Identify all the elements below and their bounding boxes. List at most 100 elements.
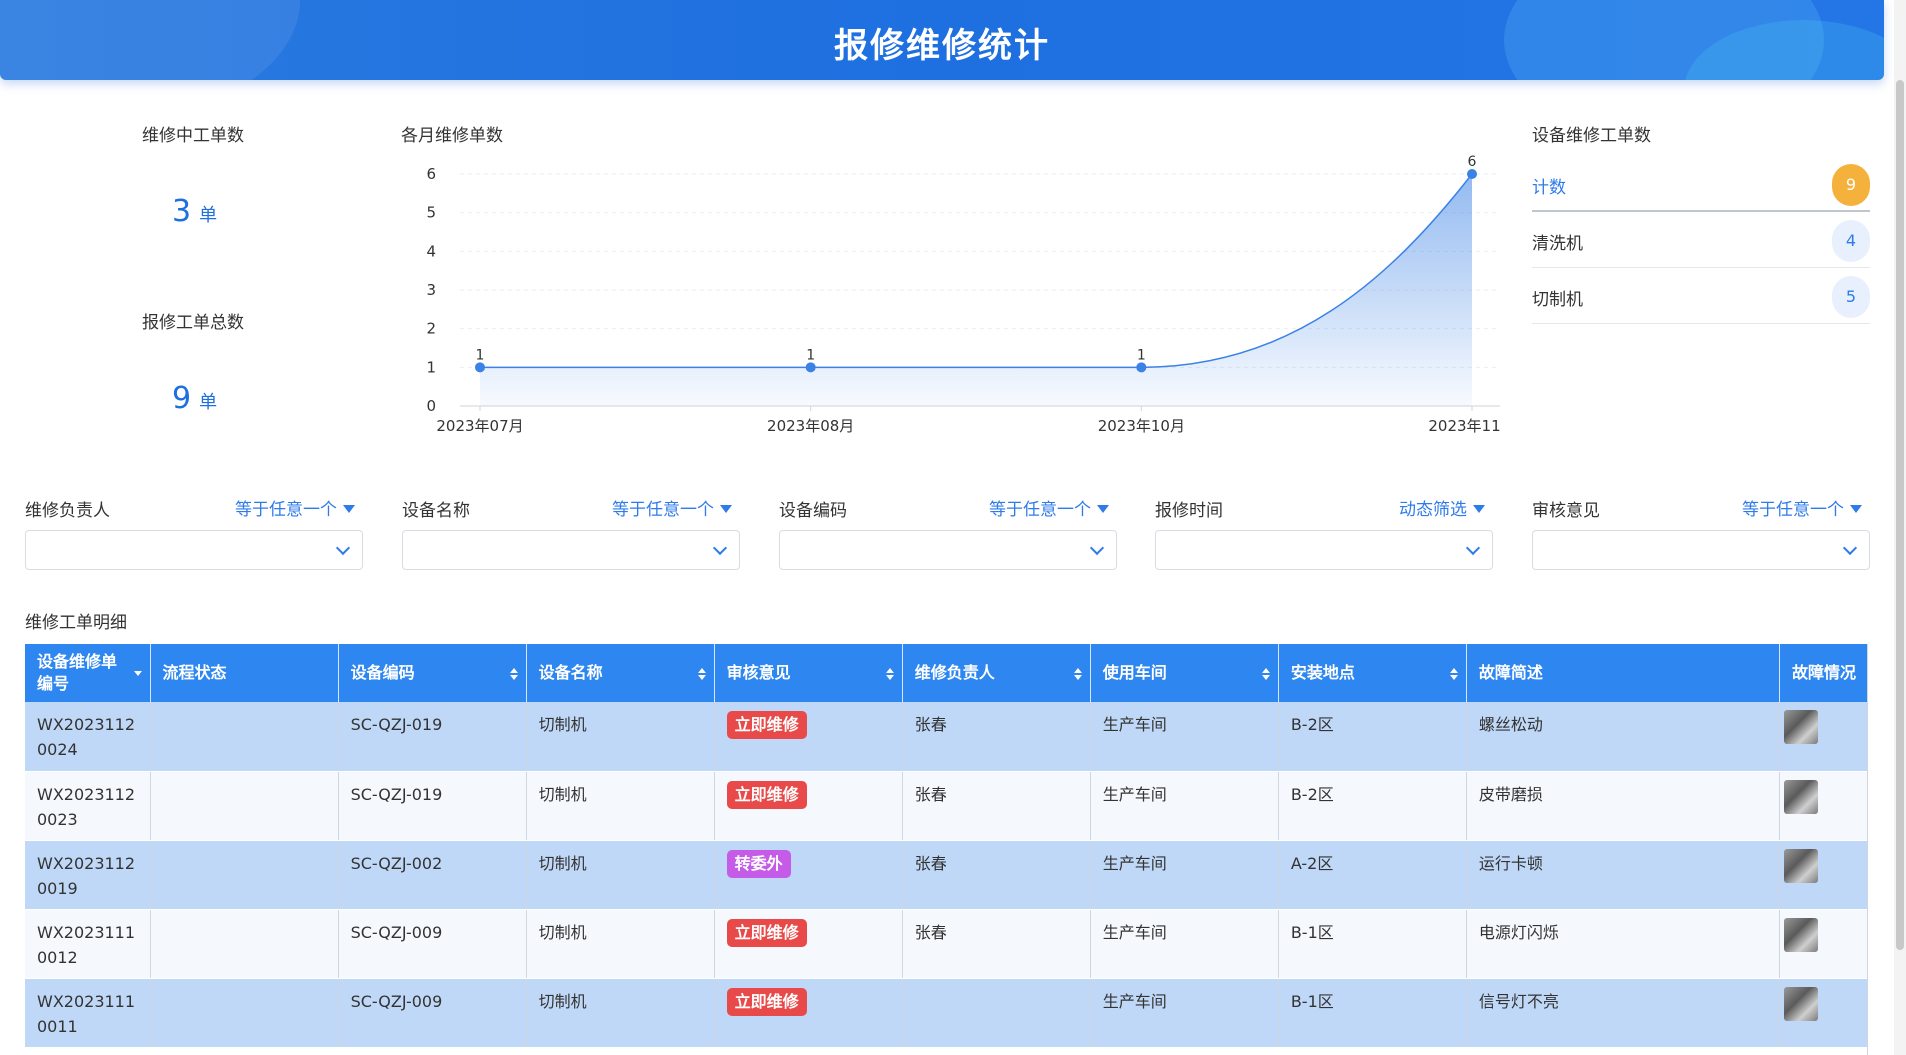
table-cell-review: 立即维修 <box>714 909 903 979</box>
repair-order-table[interactable]: 设备维修单编号 流程状态 设备编码 设备名称 审核意见 维修负责人 使用车间 安装地点 故障简述… <box>25 644 1868 1055</box>
column-header[interactable]: 故障情况 <box>1779 644 1867 702</box>
table-row[interactable]: WX20231120024 SC-QZJ-019 切制机 立即维修 张春 生产车间 B-2区… <box>25 702 1867 772</box>
table-cell-id: WX20231110011 <box>25 978 151 1048</box>
chart-data-point[interactable] <box>805 362 816 373</box>
column-header[interactable]: 流程状态 <box>150 644 339 702</box>
column-header[interactable]: 使用车间 <box>1090 644 1279 702</box>
table-cell-fault-image <box>1779 909 1867 979</box>
x-tick-label: 2023年07月 <box>436 417 523 435</box>
column-header[interactable]: 审核意见 <box>714 644 903 702</box>
filter-mode-dropdown[interactable]: 等于任意一个 <box>612 495 732 520</box>
table-cell-id: WX20231120023 <box>25 771 151 841</box>
table-row[interactable]: WX20231110012 SC-QZJ-009 切制机 立即维修 张春 生产车间 B-1区… <box>25 909 1867 979</box>
cell-text: 张春 <box>914 715 947 734</box>
chart-data-label: 1 <box>1137 347 1146 363</box>
kpi-total-unit: 单 <box>199 392 218 413</box>
cell-text: 皮带磨损 <box>1478 784 1543 804</box>
column-header[interactable]: 维修负责人 <box>902 644 1091 702</box>
sort-desc-icon[interactable] <box>133 668 142 680</box>
filter-select[interactable] <box>25 530 363 570</box>
kpi-total-label: 报修工单总数 <box>142 313 244 333</box>
column-header[interactable]: 设备维修单编号 <box>25 644 151 702</box>
y-tick-label: 4 <box>426 242 436 260</box>
caret-down-icon <box>1850 505 1862 513</box>
cell-text: 张春 <box>914 853 947 873</box>
cell-text: 切制机 <box>538 853 587 873</box>
table-cell-fault: 运行卡顿 <box>1466 840 1780 910</box>
table-cell-code: SC-QZJ-002 <box>338 840 527 910</box>
column-header-label: 设备维修单编号 <box>37 652 118 693</box>
cell-text: 张春 <box>914 784 947 804</box>
column-header[interactable]: 安装地点 <box>1278 644 1467 702</box>
sort-icon[interactable] <box>1449 668 1458 680</box>
table-cell-code: SC-QZJ-019 <box>338 771 527 841</box>
cell-text: 生产车间 <box>1102 922 1167 942</box>
fault-image-thumbnail[interactable] <box>1783 986 1818 1021</box>
table-cell-review: 立即维修 <box>714 771 903 841</box>
x-tick-label: 2023年10月 <box>1098 417 1185 435</box>
table-cell-status <box>150 978 339 1048</box>
device-count-name: 计数 <box>1532 178 1566 198</box>
table-cell-location: B-2区 <box>1278 702 1467 772</box>
caret-down-icon <box>720 505 732 513</box>
table-cell-owner: 张春 <box>902 702 1091 772</box>
filter-select[interactable] <box>402 530 740 570</box>
table-cell-status <box>150 702 339 772</box>
table-row[interactable]: WX20231120019 SC-QZJ-002 切制机 转委外 张春 生产车间 A-2区 运… <box>25 840 1867 910</box>
table-row[interactable]: WX20231110011 SC-QZJ-009 切制机 立即维修 生产车间 B-1区 信号… <box>25 978 1867 1048</box>
review-status-tag: 立即维修 <box>726 711 807 739</box>
column-header[interactable]: 故障简述 <box>1466 644 1780 702</box>
column-header[interactable]: 设备编码 <box>338 644 527 702</box>
filter-select[interactable] <box>1532 530 1870 570</box>
chart-data-point[interactable] <box>1467 169 1477 179</box>
device-count-badge: 4 <box>1832 220 1870 262</box>
fault-image-thumbnail[interactable] <box>1783 848 1818 883</box>
sort-icon[interactable] <box>1261 668 1270 680</box>
column-header-label: 流程状态 <box>162 663 227 682</box>
table-cell-review: 立即维修 <box>714 702 903 772</box>
device-count-item[interactable]: 清洗机 4 <box>1532 212 1870 268</box>
table-cell-owner: 张春 <box>902 840 1091 910</box>
fault-image-thumbnail[interactable] <box>1783 710 1818 744</box>
y-tick-label: 0 <box>426 397 436 415</box>
cell-text: B-2区 <box>1290 784 1334 804</box>
order-id: WX20231110012 <box>37 922 136 967</box>
cell-text: SC-QZJ-002 <box>350 853 443 873</box>
column-header[interactable]: 设备名称 <box>526 644 715 702</box>
chart-data-point[interactable] <box>1136 362 1147 373</box>
filter-mode-dropdown[interactable]: 等于任意一个 <box>989 495 1109 520</box>
order-id: WX20231120019 <box>37 853 136 898</box>
column-header-label: 维修负责人 <box>914 663 995 682</box>
table-cell-location: A-2区 <box>1278 840 1467 910</box>
filter-mode-dropdown[interactable]: 动态筛选 <box>1399 495 1485 520</box>
table-cell-workshop: 生产车间 <box>1090 702 1279 772</box>
cell-text: 生产车间 <box>1102 715 1167 734</box>
table-row[interactable]: WX20231120023 SC-QZJ-019 切制机 立即维修 张春 生产车间 B-2区… <box>25 771 1867 841</box>
filter-select[interactable] <box>779 530 1117 570</box>
table-cell-location: B-1区 <box>1278 909 1467 979</box>
chart-data-label: 1 <box>476 347 485 363</box>
device-count-item[interactable]: 计数 9 <box>1532 156 1870 212</box>
chart-data-point[interactable] <box>475 362 485 373</box>
fault-image-thumbnail[interactable] <box>1783 917 1818 952</box>
y-tick-label: 5 <box>426 204 436 222</box>
sort-icon[interactable] <box>1073 668 1082 680</box>
sort-icon[interactable] <box>885 668 894 680</box>
review-status-tag: 转委外 <box>726 849 791 878</box>
chevron-down-icon <box>712 540 728 556</box>
filter-mode-dropdown[interactable]: 等于任意一个 <box>1742 495 1862 520</box>
filter-label: 设备名称 <box>402 501 470 521</box>
page-scrollbar-thumb[interactable] <box>1896 80 1904 950</box>
sort-icon[interactable] <box>509 668 518 680</box>
fault-image-thumbnail[interactable] <box>1783 779 1818 814</box>
table-cell-workshop: 生产车间 <box>1090 840 1279 910</box>
device-count-item[interactable]: 切制机 5 <box>1532 268 1870 324</box>
filter-mode-dropdown[interactable]: 等于任意一个 <box>235 495 355 520</box>
filter-select[interactable] <box>1155 530 1493 570</box>
cell-text: 生产车间 <box>1102 991 1167 1011</box>
kpi-total-value: 9单 <box>172 381 217 416</box>
table-cell-workshop: 生产车间 <box>1090 978 1279 1048</box>
sort-icon[interactable] <box>697 668 706 680</box>
table-cell-id: WX20231120024 <box>25 702 151 772</box>
column-header-label: 故障简述 <box>1478 663 1543 682</box>
